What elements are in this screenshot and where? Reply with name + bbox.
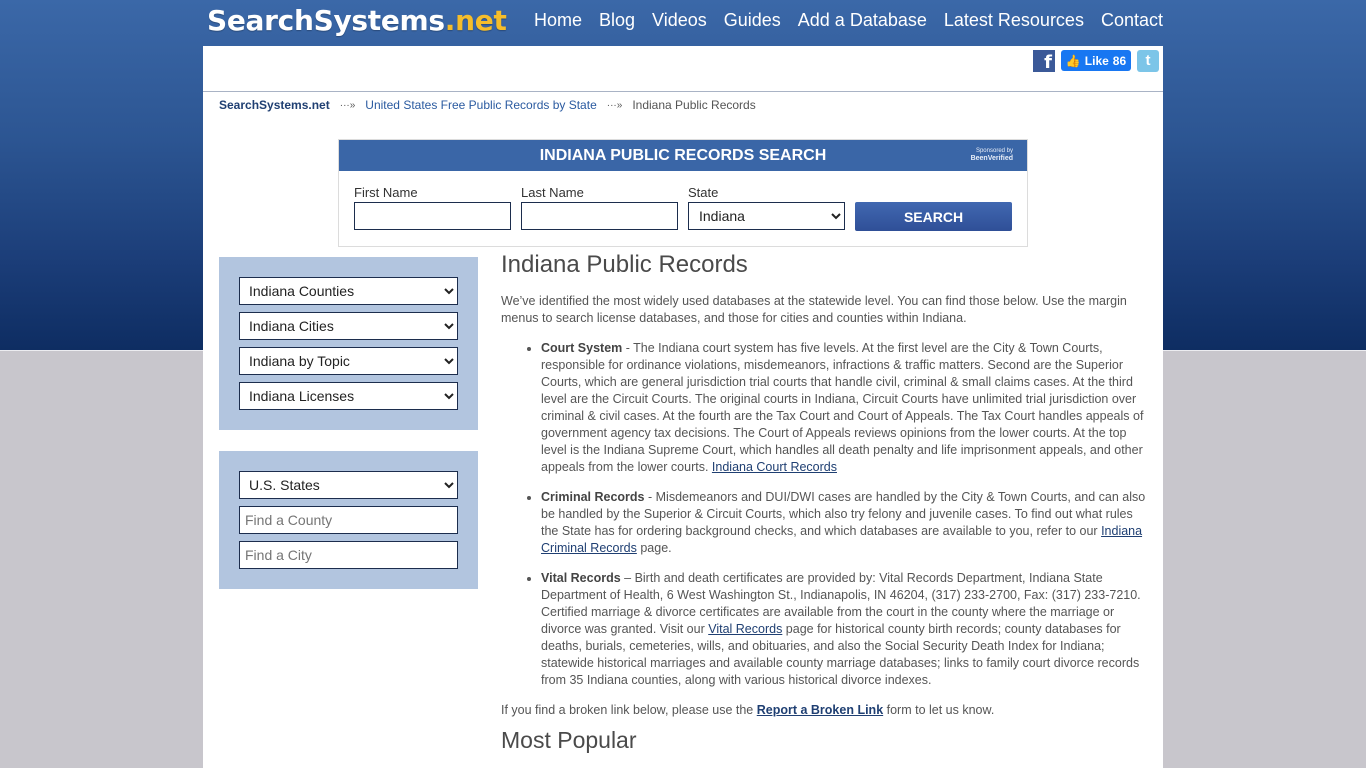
thumbs-up-icon: 👍 [1065, 53, 1081, 68]
intro-paragraph: We’ve identified the most widely used da… [501, 294, 1127, 325]
cities-select[interactable]: Indiana Cities [239, 312, 458, 340]
state-field-group: State Indiana [688, 185, 845, 230]
first-name-label: First Name [354, 185, 418, 200]
records-search-widget: INDIANA PUBLIC RECORDS SEARCH Sponsored … [338, 139, 1028, 247]
nav-guides[interactable]: Guides [724, 10, 781, 31]
item-heading: Court System [541, 341, 623, 355]
breadcrumb-arrow-icon: ···» [606, 99, 623, 111]
item-heading: Vital Records [541, 571, 621, 585]
main-nav: Home Blog Videos Guides Add a Database L… [534, 10, 1163, 31]
first-name-input[interactable] [354, 202, 511, 230]
like-label: Like [1084, 53, 1109, 68]
nav-blog[interactable]: Blog [599, 10, 635, 31]
records-list: Court System - The Indiana court system … [501, 340, 1149, 689]
breadcrumb-current: Indiana Public Records [632, 98, 756, 112]
broken-text-after: form to let us know. [883, 703, 995, 717]
search-widget-title: INDIANA PUBLIC RECORDS SEARCH [539, 147, 827, 164]
find-county-input[interactable] [239, 506, 458, 534]
state-menus-box: Indiana Counties Indiana Cities Indiana … [219, 257, 478, 430]
like-count: 86 [1112, 53, 1127, 68]
last-name-label: Last Name [521, 185, 584, 200]
licenses-select[interactable]: Indiana Licenses [239, 382, 458, 410]
last-name-input[interactable] [521, 202, 678, 230]
most-popular-heading: Most Popular [501, 727, 637, 753]
page-title: Indiana Public Records [501, 251, 748, 278]
state-label: State [688, 185, 719, 200]
find-city-input[interactable] [239, 541, 458, 569]
list-item-vital-records: Vital Records – Birth and death certific… [541, 570, 1149, 689]
first-name-field-group: First Name [354, 185, 511, 230]
breadcrumb-arrow-icon: ···» [339, 99, 356, 111]
nav-latest-resources[interactable]: Latest Resources [944, 10, 1084, 31]
last-name-field-group: Last Name [521, 185, 678, 230]
site-wrapper: SearchSystems.net Home Blog Videos Guide… [203, 0, 1163, 768]
sponsor-badge: Sponsored by BeenVerified [971, 148, 1013, 163]
main-content: Indiana Public Records We’ve identified … [501, 251, 1149, 753]
sponsor-name: BeenVerified [970, 155, 1013, 162]
find-location-box: U.S. States [219, 451, 478, 589]
nav-home[interactable]: Home [534, 10, 582, 31]
logo-tld-text: .net [444, 4, 507, 37]
logo-main-text: SearchSystems [207, 4, 445, 37]
list-item-court-system: Court System - The Indiana court system … [541, 340, 1149, 476]
twitter-icon[interactable]: t [1137, 50, 1159, 72]
top-bar: SearchSystems.net Home Blog Videos Guide… [203, 0, 1163, 46]
item-text-after: page. [636, 541, 672, 555]
search-widget-header: INDIANA PUBLIC RECORDS SEARCH Sponsored … [339, 140, 1027, 171]
breadcrumb: SearchSystems.net ···» United States Fre… [219, 98, 756, 112]
broken-link-notice: If you find a broken link below, please … [501, 702, 1149, 719]
item-heading: Criminal Records [541, 490, 645, 504]
page-body: f 👍 Like 86 t SearchSystems.net ···» Uni… [203, 46, 1163, 768]
court-records-link[interactable]: Indiana Court Records [712, 460, 837, 474]
facebook-like-button[interactable]: 👍 Like 86 [1061, 50, 1131, 71]
nav-contact[interactable]: Contact [1101, 10, 1163, 31]
list-item-criminal-records: Criminal Records - Misdemeanors and DUI/… [541, 489, 1149, 557]
sponsor-label: Sponsored by [975, 148, 1013, 154]
site-logo[interactable]: SearchSystems.net [207, 4, 507, 37]
item-text: - The Indiana court system has five leve… [541, 341, 1144, 474]
topic-select[interactable]: Indiana by Topic [239, 347, 458, 375]
breadcrumb-us-records[interactable]: United States Free Public Records by Sta… [365, 98, 596, 112]
facebook-icon[interactable]: f [1033, 50, 1055, 72]
us-states-select[interactable]: U.S. States [239, 471, 458, 499]
state-select[interactable]: Indiana [688, 202, 845, 230]
broken-text-before: If you find a broken link below, please … [501, 703, 757, 717]
social-bar: f 👍 Like 86 t [203, 46, 1163, 92]
report-broken-link[interactable]: Report a Broken Link [757, 703, 883, 717]
nav-add-database[interactable]: Add a Database [798, 10, 927, 31]
vital-records-link[interactable]: Vital Records [708, 622, 782, 636]
counties-select[interactable]: Indiana Counties [239, 277, 458, 305]
search-button[interactable]: SEARCH [855, 202, 1012, 231]
breadcrumb-home[interactable]: SearchSystems.net [219, 98, 330, 112]
nav-videos[interactable]: Videos [652, 10, 707, 31]
